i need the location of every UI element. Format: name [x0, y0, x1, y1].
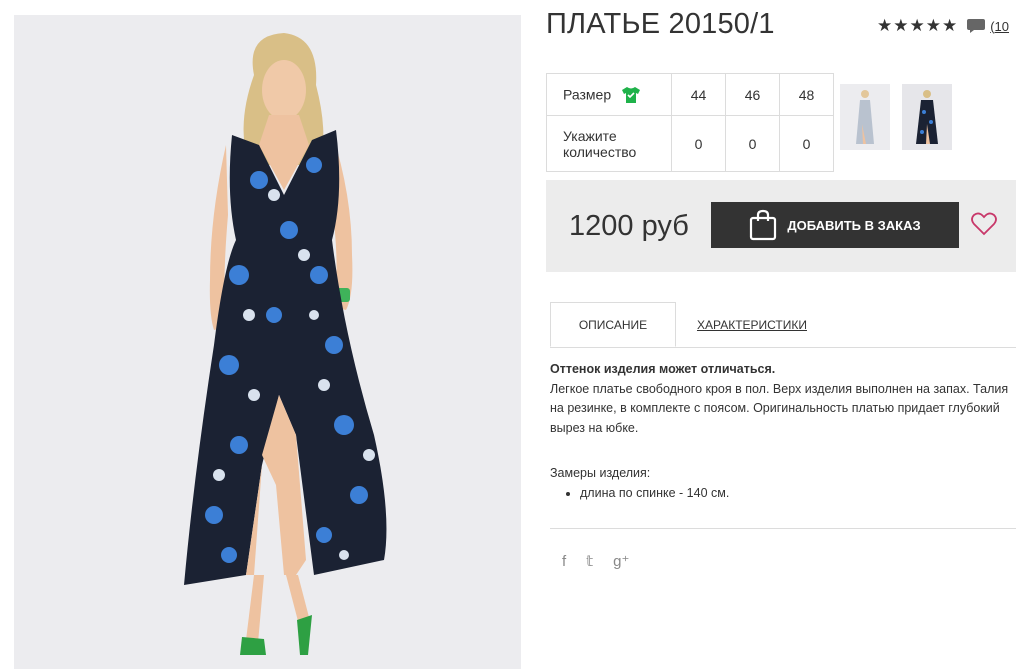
google-plus-icon[interactable]: g⁺	[613, 552, 629, 570]
quantity-label: Укажите количество	[546, 115, 672, 172]
size-48: 48	[779, 73, 834, 116]
list-item: длина по спинке - 140 см.	[580, 483, 729, 503]
product-description: Оттенок изделия может отличаться. Легкое…	[550, 360, 1016, 438]
measurements: Замеры изделия: длина по спинке - 140 см…	[550, 463, 729, 503]
quantity-label-line2: количество	[563, 143, 637, 160]
twitter-icon[interactable]: 𝕥	[586, 552, 593, 570]
product-rating[interactable]: ★★★★★ (10	[877, 16, 1009, 36]
social-share: f 𝕥 g⁺	[562, 552, 629, 571]
price-box: 1200 руб ДОБАВИТЬ В ЗАКАЗ	[546, 180, 1016, 272]
size-label: Размер	[563, 86, 612, 103]
quantity-label-line1: Укажите	[563, 127, 617, 144]
facebook-icon[interactable]: f	[562, 553, 566, 570]
heart-icon[interactable]	[970, 210, 998, 238]
product-price: 1200 руб	[569, 210, 689, 242]
size-46: 46	[725, 73, 780, 116]
size-44: 44	[671, 73, 726, 116]
quantity-44-input[interactable]: 0	[671, 115, 726, 172]
product-main-image[interactable]	[14, 15, 521, 669]
reviews-link[interactable]: (10	[990, 19, 1009, 34]
add-to-order-button[interactable]: ДОБАВИТЬ В ЗАКАЗ	[711, 202, 959, 248]
thumbnail-gallery	[840, 84, 952, 150]
product-title: ПЛАТЬЕ 20150/1	[546, 8, 775, 40]
comment-icon[interactable]	[966, 17, 986, 35]
rating-stars[interactable]: ★★★★★	[877, 16, 958, 36]
thumbnail-2[interactable]	[902, 84, 952, 150]
size-quantity-table: Размер 44 46 48 Укажите количество 0 0 0	[546, 73, 834, 172]
measurements-list: длина по спинке - 140 см.	[550, 483, 729, 503]
bag-icon	[749, 209, 777, 241]
product-tabs: ОПИСАНИЕ ХАРАКТЕРИСТИКИ	[550, 302, 1016, 348]
tshirt-icon[interactable]	[621, 86, 641, 104]
tab-characteristics[interactable]: ХАРАКТЕРИСТИКИ	[692, 302, 812, 347]
size-row: Размер 44 46 48	[546, 73, 834, 116]
quantity-46-input[interactable]: 0	[725, 115, 780, 172]
quantity-48-input[interactable]: 0	[779, 115, 834, 172]
tab-description[interactable]: ОПИСАНИЕ	[550, 302, 676, 347]
description-note: Оттенок изделия может отличаться.	[550, 362, 776, 376]
size-label-cell: Размер	[546, 73, 672, 116]
description-text: Легкое платье свободного кроя в пол. Вер…	[550, 381, 1009, 435]
thumbnail-1[interactable]	[840, 84, 890, 150]
add-to-order-label: ДОБАВИТЬ В ЗАКАЗ	[787, 217, 921, 233]
quantity-row: Укажите количество 0 0 0	[546, 115, 834, 172]
measurements-title: Замеры изделия:	[550, 466, 651, 480]
divider	[550, 528, 1016, 529]
